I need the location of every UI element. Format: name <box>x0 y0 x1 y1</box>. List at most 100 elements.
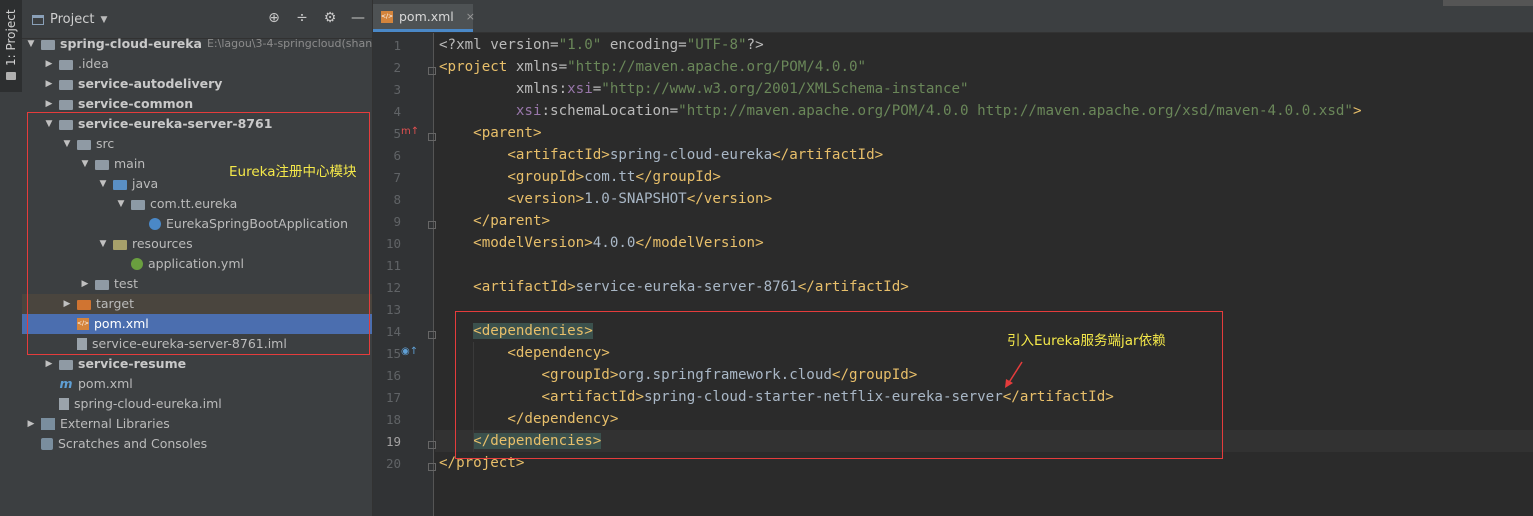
collapse-all-icon[interactable]: ÷ <box>294 10 310 26</box>
package-icon <box>131 200 145 210</box>
tree-item[interactable]: ▼ resources <box>22 234 372 254</box>
tree-item[interactable]: ▼ src <box>22 134 372 154</box>
tree-item[interactable]: application.yml <box>22 254 372 274</box>
line-number: 11 <box>385 258 401 273</box>
chevron-down-icon[interactable]: ▼ <box>80 154 90 174</box>
iml-file-icon <box>77 338 87 350</box>
folder-icon <box>6 72 16 80</box>
project-panel-title: Project <box>50 12 95 27</box>
module-folder-icon <box>59 360 73 370</box>
tree-item[interactable]: m pom.xml <box>22 374 372 394</box>
tree-item[interactable]: ▶ service-resume <box>22 354 372 374</box>
tab-pom-xml[interactable]: </> pom.xml × <box>373 4 475 32</box>
close-icon[interactable]: × <box>466 10 475 23</box>
chevron-down-icon[interactable]: ▼ <box>44 114 54 134</box>
folder-icon <box>59 60 73 70</box>
chevron-down-icon[interactable]: ▼ <box>26 34 36 54</box>
chevron-right-icon[interactable]: ▶ <box>80 274 90 294</box>
spring-class-icon <box>149 218 161 230</box>
resources-folder-icon <box>113 240 127 250</box>
code-line[interactable]: <artifactId>service-eureka-server-8761</… <box>439 276 909 298</box>
tree-item[interactable]: service-eureka-server-8761.iml <box>22 334 372 354</box>
project-tool-window-tab[interactable]: 1: Project <box>0 0 22 92</box>
line-number: 19 <box>385 434 401 449</box>
line-number: 9 <box>393 214 401 229</box>
chevron-right-icon[interactable]: ▶ <box>44 54 54 74</box>
override-icon[interactable]: ◉↑ <box>401 346 418 357</box>
tree-item-label: application.yml <box>148 256 244 271</box>
hide-icon[interactable]: — <box>350 10 366 26</box>
code-line[interactable]: <artifactId>spring-cloud-eureka</artifac… <box>439 144 883 166</box>
line-number: 12 <box>385 280 401 295</box>
tree-item[interactable]: ▶ service-autodelivery <box>22 74 372 94</box>
tree-item[interactable]: ▶ .idea <box>22 54 372 74</box>
code-line[interactable]: <dependency> <box>439 342 610 364</box>
gear-icon[interactable]: ⚙ <box>322 10 338 26</box>
tree-item[interactable]: ▶ External Libraries <box>22 414 372 434</box>
tree-item[interactable]: ▼ service-eureka-server-8761 <box>22 114 372 134</box>
line-number: 16 <box>385 368 401 383</box>
line-number: 5 <box>393 126 401 141</box>
maven-parent-icon[interactable]: m↑ <box>401 126 419 137</box>
tree-item-label: target <box>96 296 135 311</box>
module-folder-icon <box>59 120 73 130</box>
code-line[interactable]: </dependency> <box>439 408 618 430</box>
chevron-right-icon[interactable]: ▶ <box>44 74 54 94</box>
code-line[interactable]: xmlns:xsi="http://www.w3.org/2001/XMLSch… <box>439 78 969 100</box>
tree-item[interactable]: ▼ com.tt.eureka <box>22 194 372 214</box>
tree-item[interactable]: EurekaSpringBootApplication <box>22 214 372 234</box>
editor-scrollbar[interactable] <box>1443 0 1533 6</box>
code-line[interactable]: <groupId>org.springframework.cloud</grou… <box>439 364 918 386</box>
tree-item-label: service-resume <box>78 356 187 371</box>
code-line[interactable]: </project> <box>439 452 524 474</box>
folder-icon <box>77 140 91 150</box>
tree-item-label: src <box>96 136 115 151</box>
code-line[interactable]: <version>1.0-SNAPSHOT</version> <box>439 188 772 210</box>
chevron-down-icon[interactable]: ▼ <box>98 234 108 254</box>
line-number: 7 <box>393 170 401 185</box>
code-line[interactable]: <?xml version="1.0" encoding="UTF-8"?> <box>439 34 764 56</box>
locate-icon[interactable]: ⊕ <box>266 10 282 26</box>
chevron-down-icon[interactable]: ▼ <box>98 174 108 194</box>
tree-item-label: .idea <box>78 56 109 71</box>
code-line[interactable]: xsi:schemaLocation="http://maven.apache.… <box>439 100 1362 122</box>
tree-item[interactable]: ▶ service-common <box>22 94 372 114</box>
chevron-down-icon: ▼ <box>100 14 108 25</box>
code-line[interactable]: </dependencies> <box>439 430 602 452</box>
project-panel: Project ▼ ⊕ ÷ ⚙ — ▼ spring-cloud-eureka E:… <box>22 0 373 516</box>
editor-tabs: </> pom.xml × <box>373 0 1533 33</box>
chevron-down-icon[interactable]: ▼ <box>62 134 72 154</box>
chevron-right-icon[interactable]: ▶ <box>44 354 54 374</box>
line-number: 14 <box>385 324 401 339</box>
tree-item[interactable]: spring-cloud-eureka.iml <box>22 394 372 414</box>
line-number: 10 <box>385 236 401 251</box>
code-area[interactable]: <?xml version="1.0" encoding="UTF-8"?> <p… <box>435 33 1533 516</box>
tree-item-label: pom.xml <box>94 316 149 331</box>
tab-label: pom.xml <box>399 9 454 24</box>
code-line[interactable]: <project xmlns="http://maven.apache.org/… <box>439 56 866 78</box>
chevron-down-icon[interactable]: ▼ <box>116 194 126 214</box>
tree-item-label: EurekaSpringBootApplication <box>166 216 349 231</box>
line-number: 3 <box>393 82 401 97</box>
line-number-gutter[interactable]: 1 2 3 4 5 6 7 8 9 10 11 12 13 14 15 16 17 18 19 20 m↑ ◉↑ <box>373 33 436 516</box>
tree-item[interactable]: ▶ target <box>22 294 372 314</box>
code-line[interactable]: <parent> <box>439 122 541 144</box>
tree-item[interactable]: ▶ test <box>22 274 372 294</box>
chevron-right-icon[interactable]: ▶ <box>44 94 54 114</box>
chevron-right-icon[interactable]: ▶ <box>26 414 36 434</box>
code-line[interactable]: </parent> <box>439 210 550 232</box>
project-path: E:\lagou\3-4-springcloud(shang <box>206 37 373 50</box>
chevron-right-icon[interactable]: ▶ <box>62 294 72 314</box>
tree-item[interactable]: ▼ spring-cloud-eureka E:\lagou\3-4-springc… <box>22 34 372 54</box>
project-panel-toolbar: ⊕ ÷ ⚙ — <box>266 10 366 26</box>
project-view-selector[interactable]: Project ▼ <box>32 12 107 27</box>
blue-folder-icon <box>113 180 127 190</box>
line-number: 13 <box>385 302 401 317</box>
code-line[interactable]: <dependencies> <box>439 320 593 342</box>
libraries-icon <box>41 418 55 430</box>
tree-item[interactable]: Scratches and Consoles <box>22 434 372 454</box>
code-line[interactable]: <groupId>com.tt</groupId> <box>439 166 721 188</box>
module-folder-icon <box>59 80 73 90</box>
code-line[interactable]: <modelVersion>4.0.0</modelVersion> <box>439 232 763 254</box>
tree-item[interactable]: </> pom.xml <box>22 314 372 334</box>
